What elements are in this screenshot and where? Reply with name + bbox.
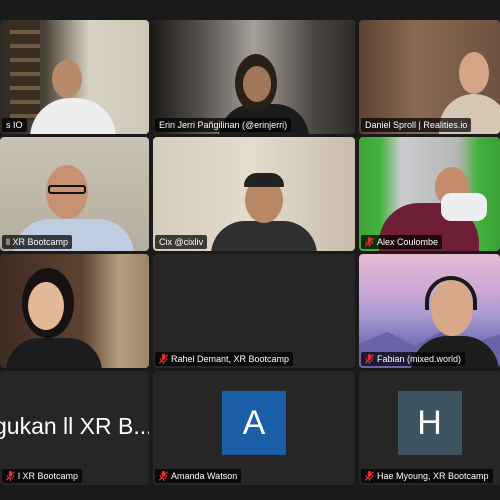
video-tile-6[interactable]: Alex Coulombe [359,137,500,251]
participant-name-label: Rahel Demant, XR Bootcamp [155,352,294,366]
video-tile-5[interactable]: Cix @cixliv [153,137,355,251]
bookshelf [10,20,40,120]
avatar: A [222,390,286,455]
participant-name-label: Fabian (mixed.world) [361,352,466,366]
participant-name-label: s IO [2,118,27,132]
video-tile-1[interactable]: s IO [0,20,149,134]
muted-mic-icon [365,471,374,481]
participant-name-label: Hae Myoung, XR Bootcamp [361,469,493,483]
participant-name-label: Amanda Watson [155,469,242,483]
video-tile-7[interactable] [0,254,149,368]
participant-name-label: ll XR Bootcamp [2,235,73,249]
participant-name-label: Cix @cixliv [155,235,208,249]
person [243,66,271,102]
muted-mic-icon [6,471,15,481]
muted-mic-icon [159,354,168,364]
video-tile-9[interactable]: Fabian (mixed.world) [359,254,500,368]
person [52,60,82,98]
video-tile-11[interactable]: A Amanda Watson [153,371,355,485]
video-tile-10[interactable]: gukan ll XR B... l XR Bootcamp [0,371,149,485]
video-tile-3[interactable]: Daniel Sproll | Realities.io [359,20,500,134]
participant-name-label: Daniel Sproll | Realities.io [361,118,472,132]
video-tile-2[interactable]: Erin Jerri Pañgilinan (@erinjerri) [153,20,355,134]
video-tile-4[interactable]: ll XR Bootcamp [0,137,149,251]
video-tile-12[interactable]: H Hae Myoung, XR Bootcamp [359,371,500,485]
muted-mic-icon [365,237,374,247]
participant-name-label: Erin Jerri Pañgilinan (@erinjerri) [155,118,292,132]
person [211,221,317,251]
vr-headset [441,193,487,221]
muted-mic-icon [365,354,374,364]
participant-display-name: gukan ll XR B... [0,413,149,439]
muted-mic-icon [159,471,168,481]
participant-name-label: l XR Bootcamp [2,469,83,483]
person [28,282,64,330]
cap [244,173,284,187]
participant-name-label: Alex Coulombe [361,235,443,249]
glasses [48,185,86,194]
avatar: H [397,390,462,455]
person [459,52,489,94]
video-tile-8[interactable]: Rahel Demant, XR Bootcamp [153,254,355,368]
